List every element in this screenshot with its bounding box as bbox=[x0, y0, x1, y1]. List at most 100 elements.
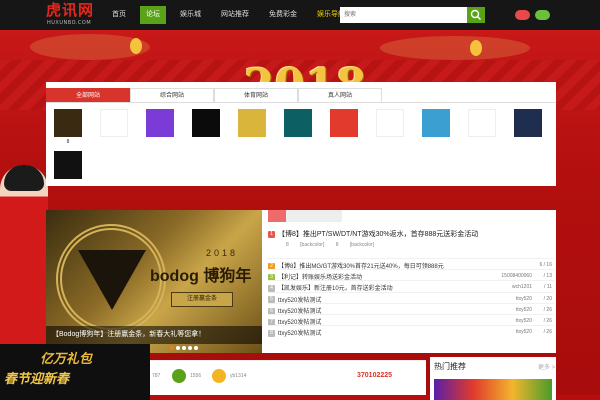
news-author[interactable]: 15008400060 bbox=[490, 273, 532, 279]
news-rows: 2 【博8】推出MG/GT游戏30%首存21元送40%，每日可领888元 6 / 1… bbox=[268, 258, 554, 337]
lantern-decoration bbox=[470, 40, 482, 56]
nav-item[interactable]: 娱乐城 bbox=[174, 6, 207, 24]
news-count: / 26 bbox=[543, 317, 552, 324]
logo-teal[interactable] bbox=[284, 109, 312, 137]
login-pill-button[interactable] bbox=[515, 10, 530, 20]
news-count: / 20 bbox=[543, 295, 552, 302]
slide-year: 2018 bbox=[206, 248, 239, 258]
slide-cta-button[interactable]: 注册赢金条 bbox=[171, 292, 233, 307]
grid-icon bbox=[172, 369, 186, 383]
rank-badge: 1 bbox=[268, 230, 275, 238]
logo-betvictor[interactable] bbox=[514, 109, 542, 137]
stat-value: 787 bbox=[152, 373, 161, 379]
side-box-title: 热门推荐 bbox=[434, 362, 466, 371]
main-nav: 首页 论坛 娱乐城 网站推荐 免费彩金 娱乐导航 bbox=[106, 6, 359, 24]
slide-dot[interactable] bbox=[176, 346, 180, 350]
more-link[interactable]: 更多 > bbox=[538, 362, 555, 371]
slide-brand: bodog 博狗年 bbox=[150, 268, 252, 285]
news-author[interactable]: ttxy520 bbox=[490, 329, 532, 335]
site-tabs: 全部网站 综合网站 体育网站 真人网站 bbox=[46, 88, 382, 102]
slogan-banner: 亿万礼包 春节迎新春 bbox=[0, 344, 150, 400]
news-author[interactable]: ttxy520 bbox=[490, 307, 532, 313]
logo-red[interactable] bbox=[330, 109, 358, 137]
news-row[interactable]: 2 【博8】推出MG/GT游戏30%首存21元送40%，每日可领888元 6 / 1… bbox=[268, 258, 554, 270]
news-row-title-wrap: 8 ttxy520发帖测试 bbox=[268, 328, 321, 337]
lantern-decoration bbox=[130, 38, 142, 54]
news-row[interactable]: 3 【利记】转账娱乐场送彩金活动 15008400060/ 13 bbox=[268, 269, 554, 281]
headline-meta-item: 8 bbox=[335, 242, 339, 248]
slide-dot[interactable] bbox=[194, 346, 198, 350]
logo-gold[interactable]: 8 bbox=[54, 109, 82, 145]
news-row[interactable]: 6 ttxy520发帖测试 ttxy520/ 26 bbox=[268, 302, 554, 315]
logo-purple[interactable] bbox=[146, 109, 174, 137]
news-title[interactable]: ttxy520发帖测试 bbox=[278, 331, 321, 337]
logo-dragon[interactable] bbox=[100, 109, 128, 137]
search-input[interactable] bbox=[344, 9, 462, 21]
news-count: / 13 bbox=[543, 273, 552, 280]
news-row[interactable]: 5 ttxy520发帖测试 ttxy520/ 20 bbox=[268, 291, 554, 304]
news-author[interactable]: wch1201 bbox=[490, 284, 532, 290]
register-pill-button[interactable] bbox=[535, 10, 550, 20]
game-thumbnail[interactable] bbox=[434, 379, 552, 400]
news-count: 6 / 16 bbox=[539, 262, 552, 268]
nav-item[interactable]: 免费彩金 bbox=[263, 6, 303, 24]
news-tab[interactable] bbox=[286, 210, 342, 222]
slogan-line: 亿万礼包 bbox=[40, 352, 93, 367]
logo-black[interactable] bbox=[192, 109, 220, 137]
news-row[interactable]: 4 【凯发娱乐】新注册10元，首存送彩金活动 wch1201/ 11 bbox=[268, 280, 554, 292]
search-icon bbox=[470, 9, 481, 20]
news-tab-active[interactable] bbox=[268, 210, 286, 222]
promo-slider[interactable]: 2018 bodog 博狗年 注册赢金条 【Bodog博狗年】注册赢金条，新春大… bbox=[46, 210, 262, 353]
stats-strip: 787 1556 yb1314 370102225 bbox=[134, 360, 426, 395]
news-list: 1 【博8】推出PT/SW/DT/NT游戏30%返水，首存888元送彩金活动 8 … bbox=[262, 210, 556, 353]
search-box bbox=[340, 7, 485, 23]
nav-item[interactable]: 论坛 bbox=[140, 6, 166, 24]
coin-icon bbox=[212, 369, 226, 383]
news-author[interactable]: ttxy520 bbox=[490, 318, 532, 324]
logo-diamond[interactable] bbox=[422, 109, 450, 137]
logo-bodog[interactable] bbox=[54, 151, 82, 179]
slide-emblem-triangle bbox=[78, 250, 146, 310]
logo-subtext: HUXUNBO.COM bbox=[47, 20, 92, 26]
headline-title[interactable]: 【博8】推出PT/SW/DT/NT游戏30%返水，首存888元送彩金活动 bbox=[278, 231, 478, 238]
site-tab[interactable]: 综合网站 bbox=[130, 88, 214, 102]
headline-meta-item: [backcolor] bbox=[300, 242, 325, 248]
top-bar: 虎讯网 HUXUNBO.COM 首页 论坛 娱乐城 网站推荐 免费彩金 娱乐导航 bbox=[0, 0, 600, 30]
headline-meta-item: [backcolor] bbox=[349, 242, 375, 248]
slide-dot[interactable] bbox=[182, 346, 186, 350]
slide-caption[interactable]: 【Bodog博狗年】注册赢金条，新春大礼等您拿！ bbox=[46, 326, 262, 344]
site-tab[interactable]: 全部网站 bbox=[46, 88, 130, 102]
search-button[interactable] bbox=[467, 7, 485, 23]
headline-meta: 8 [backcolor] 8 [backcolor] bbox=[286, 242, 384, 248]
news-row[interactable]: 7 ttxy520发帖测试 ttxy520/ 26 bbox=[268, 313, 554, 326]
site-logo[interactable]: 虎讯网 HUXUNBO.COM bbox=[46, 3, 98, 27]
rank-badge: 8 bbox=[268, 330, 275, 338]
site-tab[interactable]: 体育网站 bbox=[214, 88, 298, 102]
news-count: / 26 bbox=[543, 329, 552, 336]
logo-funbb[interactable] bbox=[376, 109, 404, 137]
logo-gold-circle[interactable] bbox=[238, 109, 266, 137]
stat-value: 1556 bbox=[190, 373, 202, 379]
slide-dot[interactable] bbox=[188, 346, 192, 350]
logo-f[interactable] bbox=[468, 109, 496, 137]
cloud-decoration bbox=[380, 36, 530, 60]
site-directory-panel: 全部网站 综合网站 体育网站 真人网站 8 bbox=[46, 82, 556, 186]
news-author[interactable]: ttxy520 bbox=[490, 296, 532, 302]
site-label: 8 bbox=[66, 139, 70, 145]
hot-recommend-box: 热门推荐 更多 > bbox=[430, 357, 556, 400]
contact-number[interactable]: 370102225 bbox=[357, 372, 392, 379]
site-tab[interactable]: 真人网站 bbox=[298, 88, 382, 102]
logo-text: 虎讯网 bbox=[46, 2, 95, 19]
slide-dot[interactable] bbox=[170, 346, 174, 350]
slide-dots bbox=[170, 346, 200, 350]
news-count: / 26 bbox=[543, 306, 552, 313]
news-tabs bbox=[268, 210, 342, 222]
nav-item[interactable]: 网站推荐 bbox=[215, 6, 255, 24]
headline-meta-item: 8 bbox=[286, 242, 289, 248]
tabs-divider bbox=[46, 102, 556, 103]
news-row[interactable]: 8 ttxy520发帖测试 ttxy520 / 26 bbox=[268, 325, 554, 337]
stat-value: yb1314 bbox=[230, 373, 247, 379]
nav-item[interactable]: 首页 bbox=[106, 6, 132, 24]
news-headline[interactable]: 1 【博8】推出PT/SW/DT/NT游戏30%返水，首存888元送彩金活动 8 … bbox=[268, 227, 554, 261]
slogan-line: 春节迎新春 bbox=[4, 372, 70, 387]
